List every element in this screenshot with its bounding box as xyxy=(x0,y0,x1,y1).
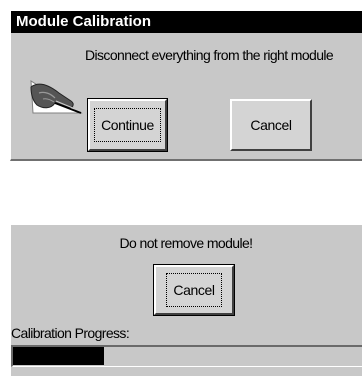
calibration-progress-panel: Do not remove module! Cancel Calibration… xyxy=(10,224,362,376)
hand-with-pen-icon xyxy=(30,80,83,114)
continue-button[interactable]: Continue xyxy=(87,98,168,152)
progress-cancel-button-label: Cancel xyxy=(166,273,222,307)
module-calibration-dialog: Module Calibration Disconnect everything… xyxy=(10,10,362,161)
cancel-button[interactable]: Cancel xyxy=(230,99,312,151)
continue-button-label: Continue xyxy=(94,108,161,142)
calibration-progress-bar xyxy=(11,345,362,367)
calibration-message: Disconnect everything from the right mod… xyxy=(85,47,334,63)
cancel-button-label: Cancel xyxy=(250,117,292,133)
progress-label: Calibration Progress: xyxy=(11,325,130,341)
dialog-title: Module Calibration xyxy=(11,11,362,33)
warning-message: Do not remove module! xyxy=(119,235,254,251)
progress-fill xyxy=(13,347,104,365)
progress-cancel-button[interactable]: Cancel xyxy=(153,264,235,316)
